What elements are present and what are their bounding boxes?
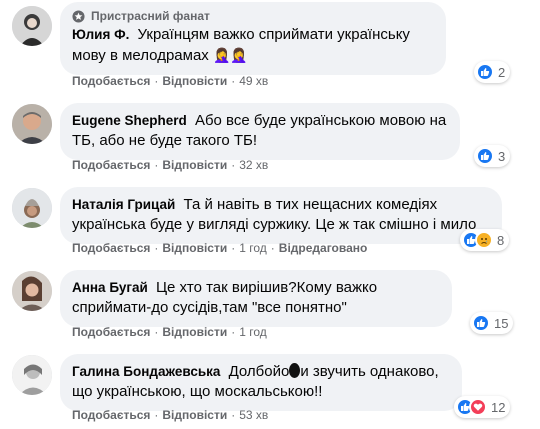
- like-link[interactable]: Подобається: [72, 408, 150, 422]
- badge-label: Пристрасний фанат: [91, 9, 210, 23]
- comment-actions: Подобається · Відповісти · 1 год · Відредагова…: [72, 241, 368, 255]
- avatar[interactable]: [12, 355, 52, 395]
- like-link[interactable]: Подобається: [72, 325, 150, 339]
- comment-author[interactable]: Анна Бугай: [72, 280, 148, 295]
- avatar[interactable]: [12, 104, 52, 144]
- star-badge-icon: [72, 9, 85, 23]
- censor-blot: [289, 363, 301, 378]
- comment-author[interactable]: Наталія Грицай: [72, 197, 175, 212]
- reaction-summary[interactable]: 15: [470, 312, 514, 334]
- edited-label[interactable]: Відредаговано: [279, 241, 368, 255]
- reply-link[interactable]: Відповісти: [162, 408, 227, 422]
- reply-link[interactable]: Відповісти: [162, 241, 227, 255]
- like-reaction-icon: [472, 314, 490, 332]
- comment-bubble: Пристрасний фанат Юлия Ф. Українцям важк…: [60, 2, 446, 75]
- fan-badge: Пристрасний фанат: [72, 9, 434, 23]
- like-link[interactable]: Подобається: [72, 241, 150, 255]
- reaction-count: 8: [497, 232, 505, 248]
- timestamp[interactable]: 49 хв: [239, 74, 268, 88]
- like-link[interactable]: Подобається: [72, 74, 150, 88]
- reply-link[interactable]: Відповісти: [162, 325, 227, 339]
- timestamp[interactable]: 1 год: [239, 325, 267, 339]
- reaction-count: 3: [498, 148, 506, 164]
- comment-actions: Подобається · Відповісти · 53 хв: [72, 408, 269, 422]
- reaction-count: 2: [498, 64, 506, 80]
- reaction-summary[interactable]: 12: [454, 396, 511, 418]
- comment-bubble: Галина Бондажевська Долбойо и звучить одн…: [60, 354, 462, 411]
- avatar[interactable]: [12, 188, 52, 228]
- reaction-summary[interactable]: 8: [460, 229, 510, 251]
- comment-bubble: Eugene Shepherd Або все буде українською…: [60, 103, 460, 160]
- timestamp[interactable]: 1 год: [239, 241, 267, 255]
- comment-actions: Подобається · Відповісти · 1 год: [72, 325, 267, 339]
- avatar[interactable]: [12, 271, 52, 311]
- avatar[interactable]: [12, 6, 52, 46]
- comment-author[interactable]: Галина Бондажевська: [72, 364, 220, 379]
- like-link[interactable]: Подобається: [72, 158, 150, 172]
- sad-reaction-icon: [475, 231, 493, 249]
- comment-bubble: Наталія Грицай Та й навіть в тих нещасни…: [60, 187, 502, 244]
- comment-author[interactable]: Eugene Shepherd: [72, 113, 187, 128]
- comment-actions: Подобається · Відповісти · 32 хв: [72, 158, 269, 172]
- facepalm-emoji: 🤦‍♀️🤦‍♀️: [212, 47, 248, 63]
- comment-actions: Подобається · Відповісти · 49 хв: [72, 74, 269, 88]
- comment-bubble: Анна Бугай Це хто так вирішив?Кому важко…: [60, 270, 452, 327]
- timestamp[interactable]: 53 хв: [239, 408, 268, 422]
- like-reaction-icon: [476, 147, 494, 165]
- reaction-summary[interactable]: 3: [474, 145, 511, 167]
- reaction-count: 15: [494, 315, 509, 331]
- timestamp[interactable]: 32 хв: [239, 158, 268, 172]
- comment-text-start: Долбойо: [228, 363, 290, 380]
- love-reaction-icon: [469, 398, 487, 416]
- reply-link[interactable]: Відповісти: [162, 74, 227, 88]
- reply-link[interactable]: Відповісти: [162, 158, 227, 172]
- reaction-count: 12: [491, 399, 506, 415]
- comment-author[interactable]: Юлия Ф.: [72, 27, 129, 42]
- like-reaction-icon: [476, 63, 494, 81]
- reaction-summary[interactable]: 2: [474, 61, 511, 83]
